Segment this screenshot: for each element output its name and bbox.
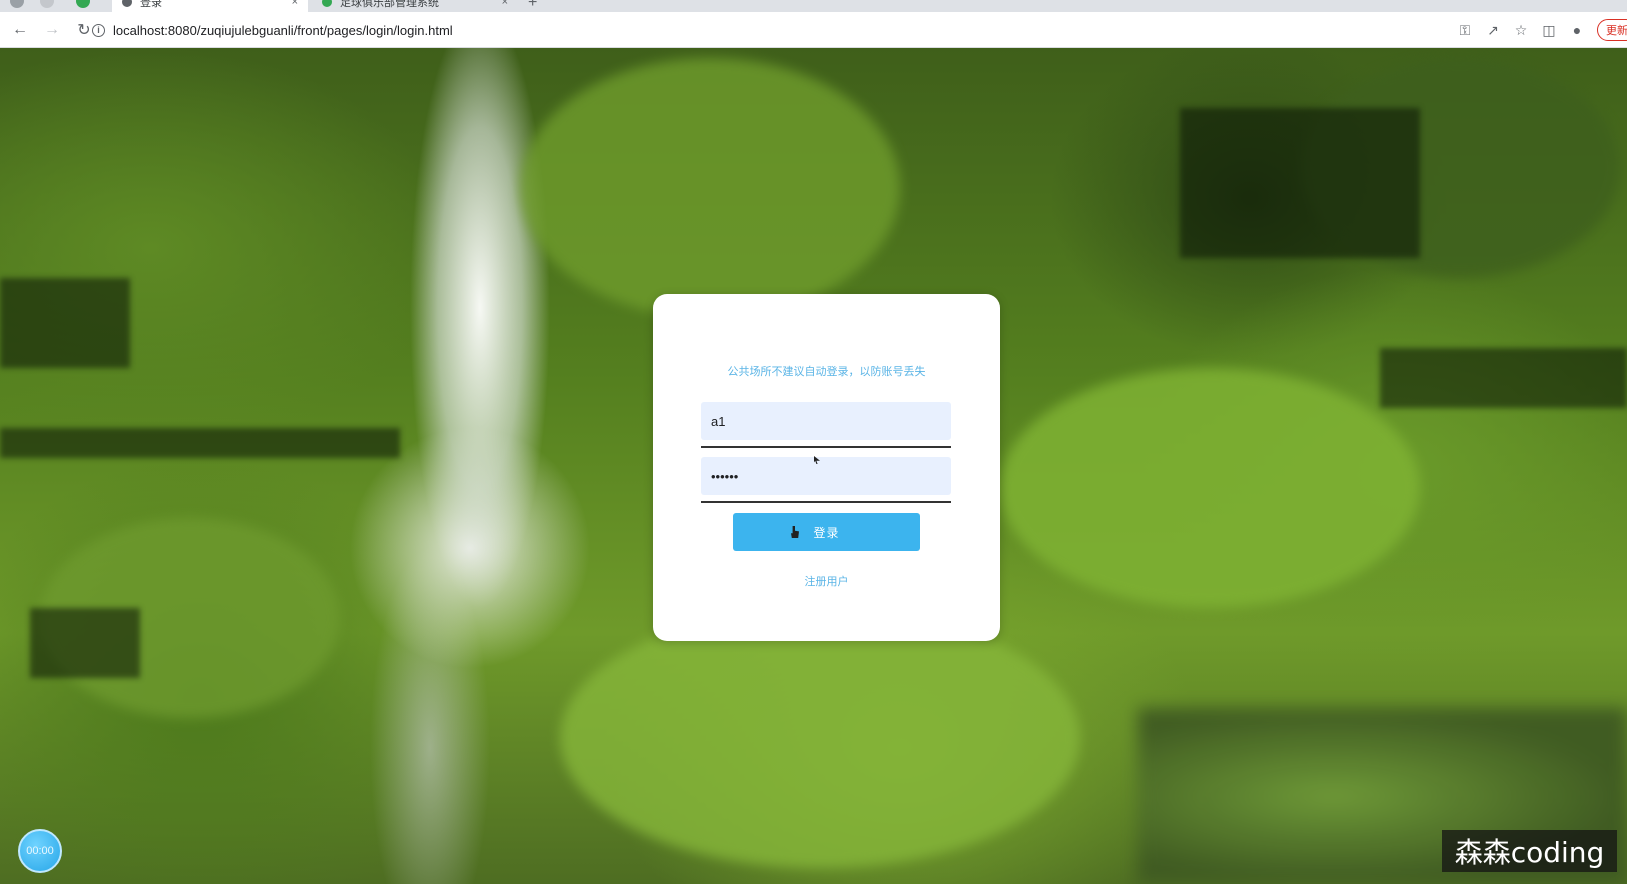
pinned-tab[interactable] bbox=[40, 0, 54, 8]
shadow-patch bbox=[0, 278, 130, 368]
forward-icon[interactable]: → bbox=[40, 18, 64, 42]
moss-patch bbox=[560, 608, 1080, 868]
login-button[interactable]: 登录 bbox=[733, 513, 920, 551]
profile-icon[interactable]: ● bbox=[1563, 22, 1591, 38]
tab-label: 足球俱乐部管理系统 bbox=[340, 0, 439, 9]
update-button[interactable]: 更新 bbox=[1597, 19, 1627, 41]
sidepanel-icon[interactable]: ◫ bbox=[1535, 22, 1563, 39]
login-card: 公共场所不建议自动登录，以防账号丢失 登录 注册用户 bbox=[653, 294, 1000, 641]
moss-patch bbox=[1000, 368, 1420, 608]
login-notice: 公共场所不建议自动登录，以防账号丢失 bbox=[727, 366, 926, 378]
close-icon[interactable]: × bbox=[292, 0, 298, 8]
address-bar[interactable]: i localhost:8080/zuqiujulebguanli/front/… bbox=[92, 17, 1397, 43]
vue-logo-icon bbox=[322, 0, 332, 7]
info-icon[interactable]: i bbox=[92, 23, 105, 37]
username-field-wrap bbox=[701, 402, 951, 448]
key-icon[interactable]: ⚿ bbox=[1451, 22, 1479, 39]
toolbar-actions: ⚿ ↗ ☆ ◫ ● 更新 bbox=[1451, 12, 1627, 48]
tab-label: 登录 bbox=[140, 0, 162, 9]
password-field-wrap bbox=[701, 457, 951, 503]
password-input[interactable] bbox=[701, 457, 951, 495]
share-icon[interactable]: ↗ bbox=[1479, 22, 1507, 39]
moss-patch bbox=[520, 58, 900, 318]
globe-icon bbox=[122, 0, 132, 7]
new-tab-button[interactable]: + bbox=[528, 0, 537, 12]
window-menu-icon[interactable] bbox=[10, 0, 24, 8]
shadow-patch bbox=[1380, 348, 1627, 408]
pinned-tab-green[interactable] bbox=[76, 0, 90, 8]
shadow-patch bbox=[30, 608, 140, 678]
browser-toolbar: ← → ↻ i localhost:8080/zuqiujulebguanli/… bbox=[0, 12, 1627, 48]
watermark: 森森coding bbox=[1442, 830, 1617, 872]
tab-strip: 登录 × 足球俱乐部管理系统 × + bbox=[0, 0, 1627, 12]
register-link[interactable]: 注册用户 bbox=[653, 573, 1000, 589]
shadow-patch bbox=[0, 428, 400, 458]
close-icon[interactable]: × bbox=[502, 0, 508, 8]
url-text: localhost:8080/zuqiujulebguanli/front/pa… bbox=[113, 22, 453, 38]
shadow-patch bbox=[1180, 108, 1420, 258]
username-input[interactable] bbox=[701, 402, 951, 440]
recording-timer-badge[interactable]: 00:00 bbox=[18, 829, 62, 873]
tab-login[interactable]: 登录 × bbox=[112, 0, 308, 12]
back-icon[interactable]: ← bbox=[8, 18, 32, 42]
star-icon[interactable]: ☆ bbox=[1507, 22, 1535, 39]
tab-club-system[interactable]: 足球俱乐部管理系统 × bbox=[312, 0, 518, 12]
